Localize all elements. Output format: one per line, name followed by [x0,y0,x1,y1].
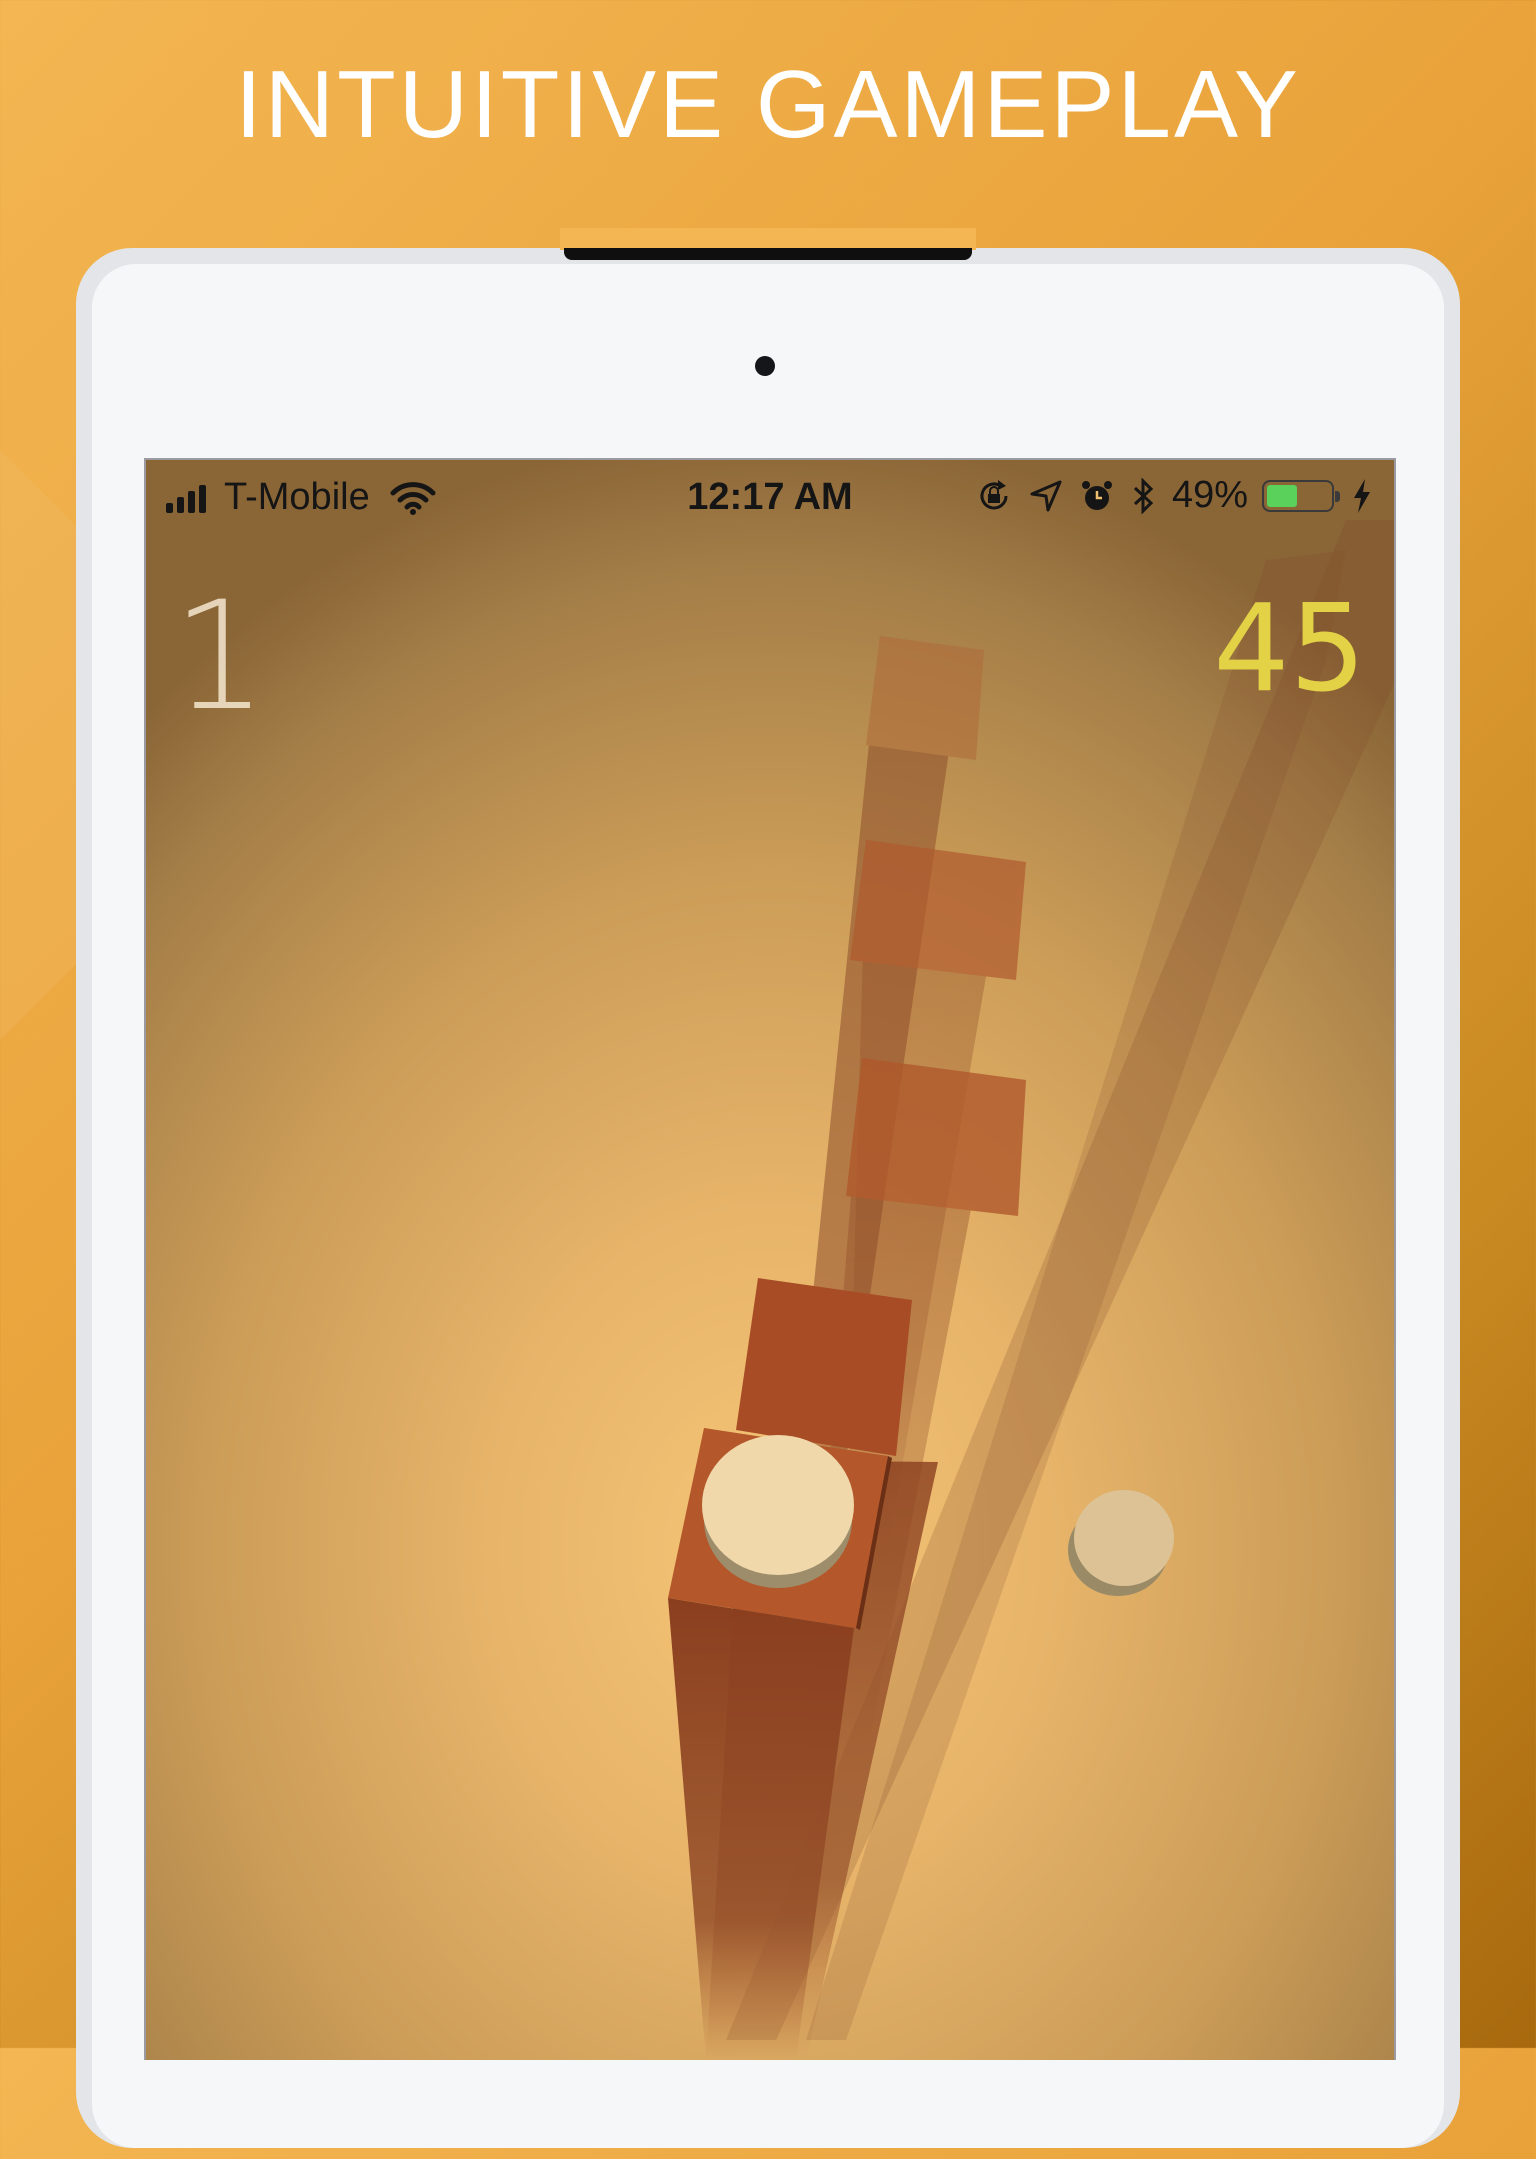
level-counter: 1 [172,570,268,744]
player-ball[interactable] [702,1435,854,1588]
game-scene[interactable] [146,460,1394,2060]
frame-notch [560,228,976,250]
orientation-lock-icon [980,479,1008,509]
bluetooth-icon [1133,477,1154,514]
alarm-icon [1081,480,1112,510]
location-icon [1030,480,1062,511]
front-camera [755,356,775,376]
battery-percent: 49% [1171,474,1248,516]
top-button-bar [564,248,972,260]
score-counter: 45 [1213,580,1366,719]
battery-level [1267,484,1297,507]
status-bar: T-Mobile 12:17 AM 49% [146,460,1394,530]
game-screen[interactable]: T-Mobile 12:17 AM 49% 1 45 [144,458,1396,2060]
target-ball [1068,1490,1174,1596]
charging-icon [1354,478,1370,513]
headline: INTUITIVE GAMEPLAY [235,51,1301,158]
battery-icon [1262,479,1340,512]
